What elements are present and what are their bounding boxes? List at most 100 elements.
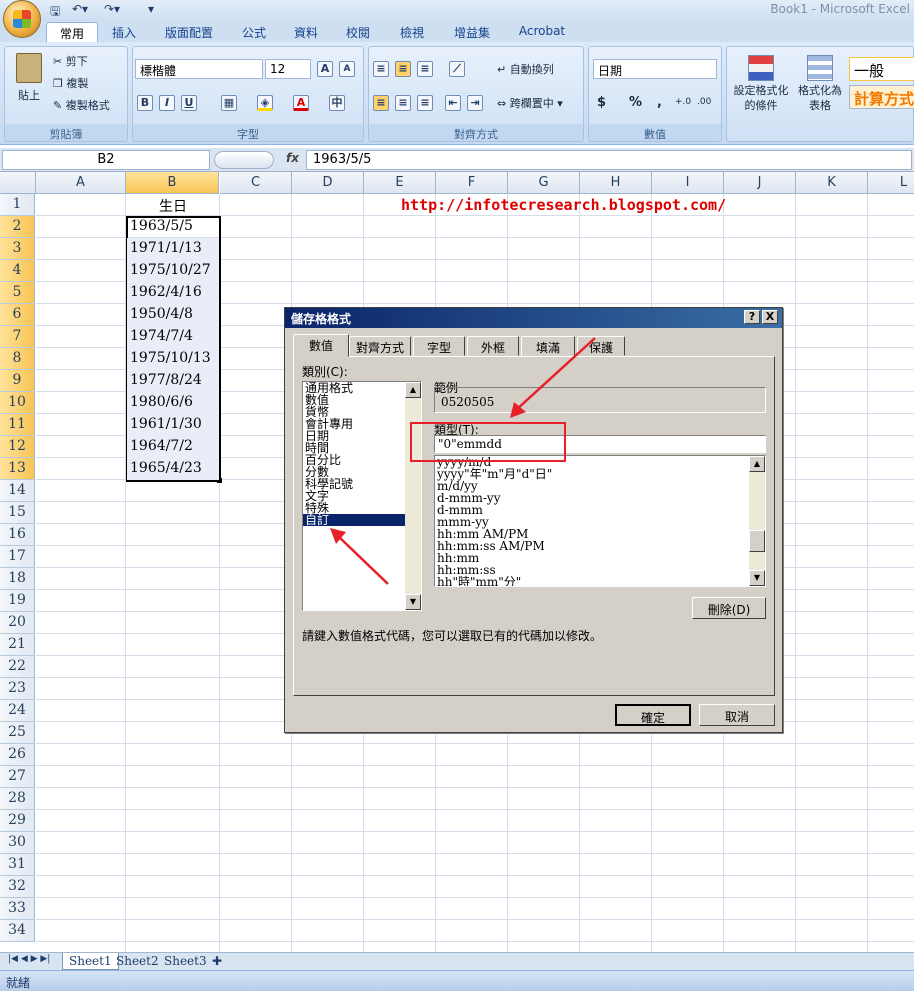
font-name-combo[interactable]: 標楷體 xyxy=(135,59,263,79)
row-header-6[interactable]: 6 xyxy=(0,304,35,326)
type-scroll-down-icon[interactable]: ▼ xyxy=(749,570,765,586)
paste-button[interactable]: 貼上 xyxy=(11,53,47,103)
date-cell[interactable]: 1962/4/16 xyxy=(127,282,219,304)
row-header-27[interactable]: 27 xyxy=(0,766,35,788)
delete-button[interactable]: 刪除(D) xyxy=(692,597,766,619)
row-header-21[interactable]: 21 xyxy=(0,634,35,656)
format-as-table-button[interactable]: 格式化為表格 xyxy=(795,55,845,113)
column-header-g[interactable]: G xyxy=(508,172,580,194)
row-header-30[interactable]: 30 xyxy=(0,832,35,854)
row-header-14[interactable]: 14 xyxy=(0,480,35,502)
decrease-indent-icon[interactable]: ⇤ xyxy=(445,95,461,111)
row-header-24[interactable]: 24 xyxy=(0,700,35,722)
orientation-icon[interactable]: ⟋ xyxy=(449,61,465,77)
date-cell[interactable]: 1964/7/2 xyxy=(127,436,219,458)
row-header-7[interactable]: 7 xyxy=(0,326,35,348)
tab-data[interactable]: 資料 xyxy=(286,22,326,42)
row-header-26[interactable]: 26 xyxy=(0,744,35,766)
conditional-format-button[interactable]: 設定格式化的條件 xyxy=(731,55,791,113)
tab-review[interactable]: 校閱 xyxy=(338,22,378,42)
style-normal[interactable]: 一般 xyxy=(849,57,914,81)
underline-button[interactable]: U xyxy=(181,95,197,111)
date-cell[interactable]: 1950/4/8 xyxy=(127,304,219,326)
insert-sheet-icon[interactable]: ✚ xyxy=(206,953,228,970)
tab-view[interactable]: 檢視 xyxy=(392,22,432,42)
cut-button[interactable]: ✂ 剪下 xyxy=(53,53,88,69)
column-header-d[interactable]: D xyxy=(292,172,364,194)
sheet-tab-3[interactable]: Sheet3 xyxy=(158,953,213,970)
row-header-23[interactable]: 23 xyxy=(0,678,35,700)
type-item[interactable]: yyyy"年"m"月"d"日" xyxy=(435,468,765,480)
comma-button[interactable]: , xyxy=(657,95,662,110)
row-header-25[interactable]: 25 xyxy=(0,722,35,744)
name-box[interactable]: B2 xyxy=(2,150,210,170)
shrink-font-button[interactable]: A xyxy=(339,61,355,77)
borders-icon[interactable]: ▦ xyxy=(221,95,237,111)
row-header-9[interactable]: 9 xyxy=(0,370,35,392)
align-bottom-icon[interactable]: ≡ xyxy=(417,61,433,77)
increase-indent-icon[interactable]: ⇥ xyxy=(467,95,483,111)
bold-button[interactable]: B xyxy=(137,95,153,111)
column-header-l[interactable]: L xyxy=(868,172,914,194)
type-item[interactable]: hh"時"mm"分" xyxy=(435,576,765,586)
column-header-k[interactable]: K xyxy=(796,172,868,194)
type-list[interactable]: yyyy/m/d yyyy"年"m"月"d"日" m/d/yy d-mmm-yy d-m… xyxy=(434,455,766,587)
row-header-4[interactable]: 4 xyxy=(0,260,35,282)
font-color-icon[interactable]: A xyxy=(293,95,309,111)
row-header-3[interactable]: 3 xyxy=(0,238,35,260)
tab-acrobat[interactable]: Acrobat xyxy=(512,22,572,42)
dlg-tab-font[interactable]: 字型 xyxy=(413,336,465,356)
sheet-tab-2[interactable]: Sheet2 xyxy=(110,953,165,970)
cancel-button[interactable]: 取消 xyxy=(699,704,775,726)
row-header-16[interactable]: 16 xyxy=(0,524,35,546)
sheet-nav-icon[interactable]: |◀ ◀ ▶ ▶| xyxy=(2,953,56,970)
column-header-i[interactable]: I xyxy=(652,172,724,194)
ok-button[interactable]: 確定 xyxy=(615,704,691,726)
font-size-combo[interactable]: 12 xyxy=(265,59,311,79)
type-item[interactable]: hh:mm:ss AM/PM xyxy=(435,540,765,552)
row-header-10[interactable]: 10 xyxy=(0,392,35,414)
category-scrollbar[interactable]: ▲ ▼ xyxy=(405,382,421,610)
increase-decimal-button[interactable]: +.0 xyxy=(675,97,691,107)
tab-page-layout[interactable]: 版面配置 xyxy=(156,22,222,42)
row-header-33[interactable]: 33 xyxy=(0,898,35,920)
number-format-combo[interactable]: 日期 xyxy=(593,59,717,79)
phonetic-button[interactable]: 中 xyxy=(329,95,345,111)
function-icon[interactable]: fx xyxy=(286,151,299,165)
column-header-h[interactable]: H xyxy=(580,172,652,194)
date-cell[interactable]: 1975/10/13 xyxy=(127,348,219,370)
row-header-32[interactable]: 32 xyxy=(0,876,35,898)
column-header-j[interactable]: J xyxy=(724,172,796,194)
scroll-up-icon[interactable]: ▲ xyxy=(405,382,421,398)
align-right-icon[interactable]: ≡ xyxy=(417,95,433,111)
row-header-11[interactable]: 11 xyxy=(0,414,35,436)
row-header-34[interactable]: 34 xyxy=(0,920,35,942)
date-cell[interactable]: 1980/6/6 xyxy=(127,392,219,414)
align-middle-icon[interactable]: ≡ xyxy=(395,61,411,77)
qat-customize-icon[interactable]: ▾ xyxy=(148,2,154,16)
row-header-8[interactable]: 8 xyxy=(0,348,35,370)
row-header-5[interactable]: 5 xyxy=(0,282,35,304)
grow-font-button[interactable]: A xyxy=(317,61,333,77)
tab-insert[interactable]: 插入 xyxy=(104,22,144,42)
percent-button[interactable]: % xyxy=(629,95,642,110)
decrease-decimal-button[interactable]: .00 xyxy=(697,97,711,107)
column-header-c[interactable]: C xyxy=(220,172,292,194)
tab-addins[interactable]: 增益集 xyxy=(444,22,500,42)
help-button[interactable]: ? xyxy=(744,310,760,324)
row-header-18[interactable]: 18 xyxy=(0,568,35,590)
merge-center-button[interactable]: ⇔ 跨欄置中 ▾ xyxy=(497,95,563,111)
align-top-icon[interactable]: ≡ xyxy=(373,61,389,77)
scroll-down-icon[interactable]: ▼ xyxy=(405,594,421,610)
date-cell[interactable]: 1977/8/24 xyxy=(127,370,219,392)
row-header-22[interactable]: 22 xyxy=(0,656,35,678)
wrap-text-button[interactable]: ↵ 自動換列 xyxy=(497,61,554,77)
redo-icon[interactable]: ↷▾ xyxy=(104,2,120,16)
currency-button[interactable]: $ xyxy=(597,95,606,110)
close-button[interactable]: X xyxy=(762,310,778,324)
dlg-tab-alignment[interactable]: 對齊方式 xyxy=(349,336,411,356)
row-header-2[interactable]: 2 xyxy=(0,216,35,238)
undo-icon[interactable]: ↶▾ xyxy=(72,2,88,16)
copy-button[interactable]: ❐ 複製 xyxy=(53,75,88,91)
row-header-29[interactable]: 29 xyxy=(0,810,35,832)
